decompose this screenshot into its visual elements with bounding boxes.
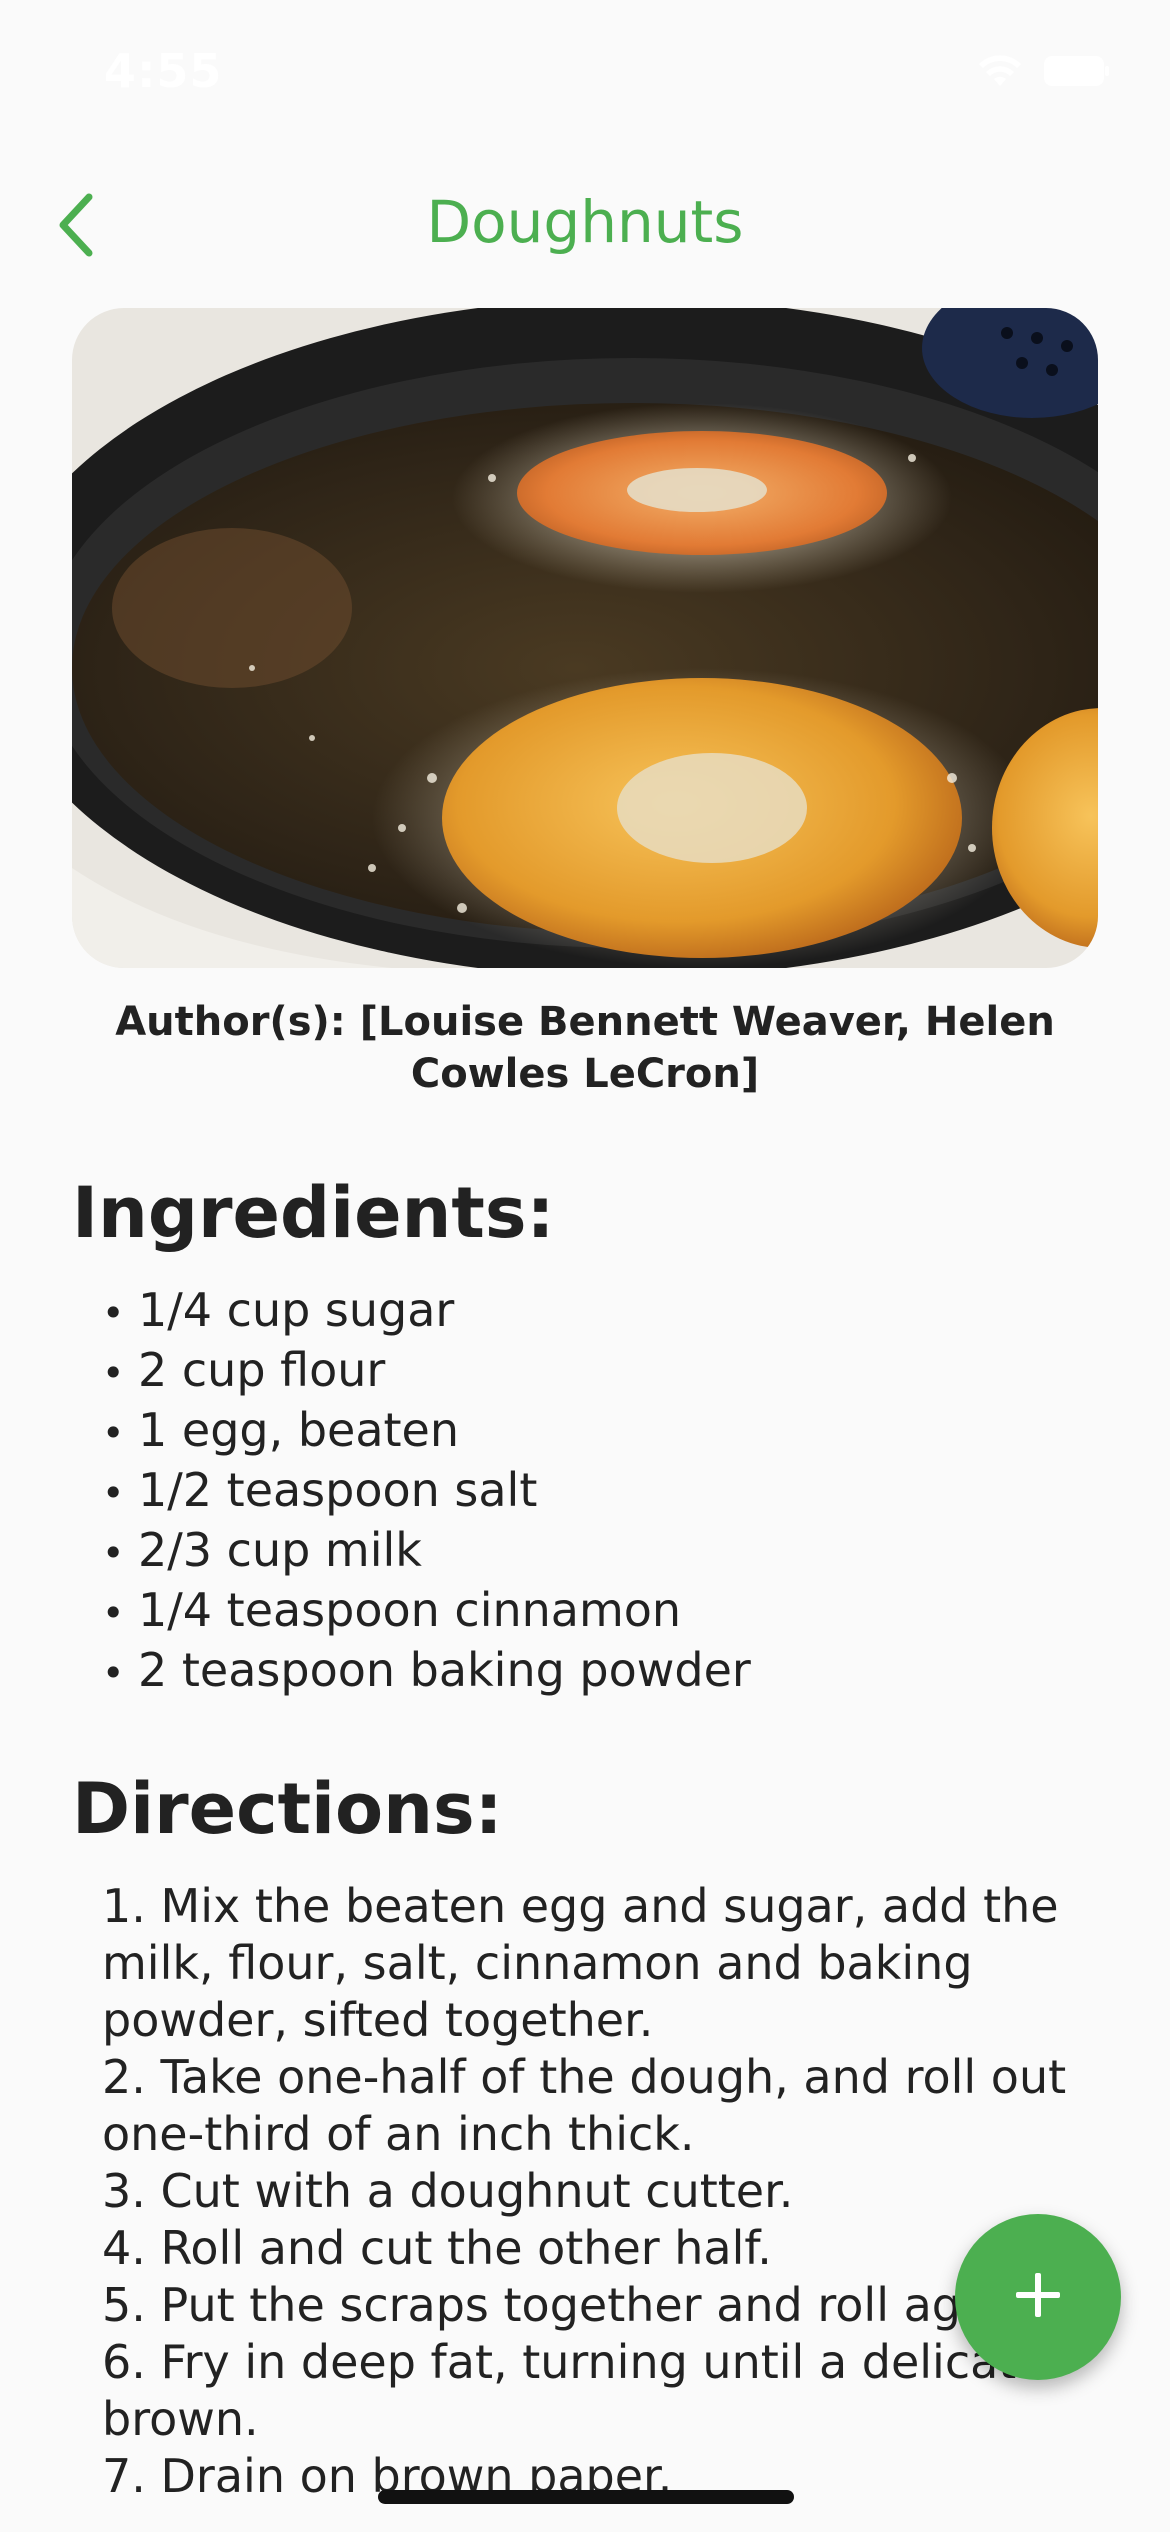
home-indicator[interactable] (378, 2490, 794, 2504)
page-title: Doughnuts (426, 188, 744, 256)
battery-icon (1044, 56, 1110, 86)
ingredient-item: 1/4 cup sugar (102, 1282, 751, 1342)
status-bar: 4:55 (0, 0, 1170, 140)
recipe-authors: Author(s): [Louise Bennett Weaver, Helen… (115, 999, 1055, 1097)
nav-bar: Doughnuts (0, 180, 1170, 270)
direction-step: 2. Take one-half of the dough, and roll … (102, 2050, 1067, 2161)
ingredient-item: 1/2 teaspoon salt (102, 1462, 751, 1522)
directions-list: 1. Mix the beaten egg and sugar, add the… (102, 1878, 1082, 2505)
ingredient-item: 2/3 cup milk (102, 1522, 751, 1582)
ingredient-item: 2 cup flour (102, 1342, 751, 1402)
plus-icon (1012, 2269, 1064, 2325)
ingredients-heading: Ingredients: (72, 1172, 555, 1254)
status-icons (978, 54, 1110, 88)
wifi-icon (978, 54, 1022, 88)
direction-step: 4. Roll and cut the other half. (102, 2221, 772, 2275)
status-time: 4:55 (104, 44, 223, 98)
directions-heading: Directions: (72, 1768, 503, 1850)
ingredients-list: 1/4 cup sugar 2 cup flour 1 egg, beaten … (102, 1282, 751, 1702)
ingredient-item: 2 teaspoon baking powder (102, 1642, 751, 1702)
direction-step: 1. Mix the beaten egg and sugar, add the… (102, 1879, 1059, 2047)
ingredient-item: 1 egg, beaten (102, 1402, 751, 1462)
direction-step: 6. Fry in deep fat, turning until a deli… (102, 2335, 1045, 2446)
direction-step: 5. Put the scraps together and roll agai… (102, 2278, 1046, 2332)
recipe-screen: 4:55 Doughnuts Author(s): [Louise Bennet… (0, 0, 1170, 2532)
recipe-photo (72, 308, 1098, 968)
add-button[interactable] (955, 2214, 1121, 2380)
ingredient-item: 1/4 teaspoon cinnamon (102, 1582, 751, 1642)
direction-step: 3. Cut with a doughnut cutter. (102, 2164, 794, 2218)
